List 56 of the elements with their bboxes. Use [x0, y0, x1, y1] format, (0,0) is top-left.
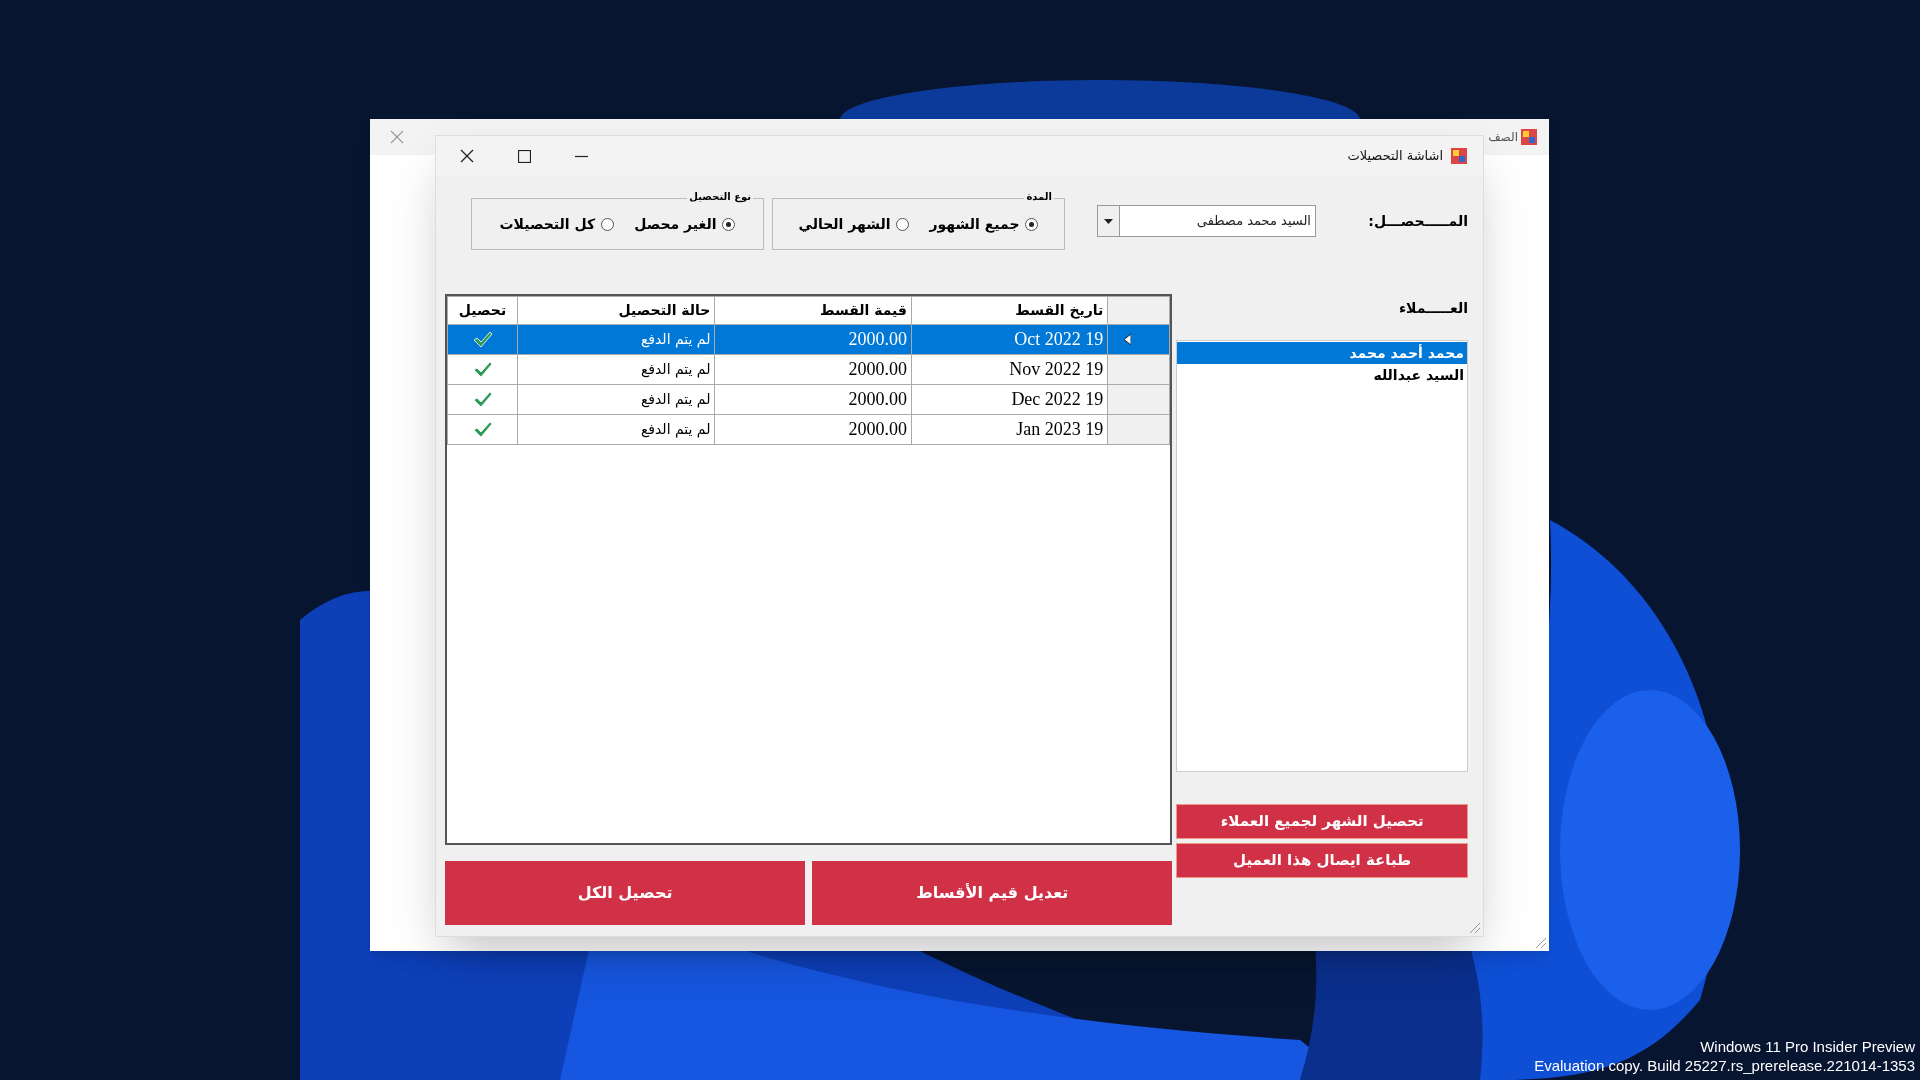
table-cell: Oct 2022 19: [911, 324, 1108, 355]
checkmark-icon[interactable]: [472, 390, 493, 409]
customer-item[interactable]: محمد أحمد محمد: [1177, 342, 1467, 364]
action-button[interactable]: تعديل قيم الأقساط: [812, 861, 1173, 925]
group-title: نوع التحصيل: [687, 190, 753, 204]
table-cell: لم يتم الدفع: [517, 414, 715, 445]
table-cell: 2000.00: [714, 324, 912, 355]
window-title: الصف: [1488, 129, 1518, 146]
resize-grip-icon: [1533, 935, 1547, 949]
group-title: المدة: [1024, 190, 1054, 204]
checkmark-icon[interactable]: [472, 330, 493, 349]
collector-label: المـــــحصـــل:: [1367, 211, 1468, 231]
radio-button[interactable]: [1025, 217, 1039, 231]
checkmark-icon[interactable]: [472, 360, 493, 379]
radio-label: كل التحصيلات: [499, 214, 596, 234]
table-cell: 2000.00: [714, 384, 912, 415]
customer-list[interactable]: محمد أحمد محمد السيد عبدالله: [1176, 340, 1468, 772]
action-button[interactable]: تحصيل الشهر لجميع العملاء: [1176, 804, 1468, 839]
app-icon: [1521, 129, 1537, 145]
row-header[interactable]: [1107, 414, 1170, 445]
table-cell: Dec 2022 19: [911, 384, 1108, 415]
resize-grip-icon: [1467, 920, 1481, 934]
column-header: قيمة القسط: [714, 296, 912, 325]
os-build-text: Windows 11 Pro Insider Preview: [1700, 1037, 1915, 1056]
customers-label: العـــــملاء: [1397, 299, 1468, 318]
window-title: اشاشة التحصيلات: [1347, 147, 1443, 166]
table-cell: Nov 2022 19: [911, 354, 1108, 385]
row-header[interactable]: [1107, 384, 1170, 415]
table-cell: لم يتم الدفع: [517, 354, 715, 385]
table-cell: 2000.00: [714, 414, 912, 445]
close-icon[interactable]: [460, 149, 474, 163]
customer-item[interactable]: السيد عبدالله: [1177, 364, 1467, 386]
table-cell: 2000.00: [714, 354, 912, 385]
radio-button[interactable]: [601, 217, 615, 231]
app-icon: [1451, 148, 1467, 164]
action-button[interactable]: طباعة ايصال هذا العميل: [1176, 843, 1468, 878]
radio-label: جميع الشهور: [929, 214, 1020, 235]
radio-button[interactable]: [896, 217, 910, 231]
action-button[interactable]: تحصيل الكل: [445, 861, 806, 925]
radio-label: الشهر الحالي: [798, 214, 891, 235]
radio-label: الغير محصل: [634, 214, 717, 235]
collector-combo-box[interactable]: السيد محمد مصطفى: [1097, 205, 1316, 237]
row-header[interactable]: [1107, 324, 1170, 355]
dropdown-caret-icon[interactable]: [1104, 218, 1113, 224]
column-header: حالة التحصيل: [517, 296, 715, 325]
table-cell: لم يتم الدفع: [517, 324, 715, 355]
table-cell: Jan 2023 19: [911, 414, 1108, 445]
table-cell: لم يتم الدفع: [517, 384, 715, 415]
column-header: تحصيل: [447, 296, 518, 325]
row-header[interactable]: [1107, 354, 1170, 385]
checkmark-icon[interactable]: [472, 420, 493, 439]
row-pointer-icon: [1124, 334, 1132, 345]
radio-button[interactable]: [722, 217, 736, 231]
column-header: تاريخ القسط: [911, 296, 1108, 325]
maximize-icon[interactable]: [518, 149, 531, 163]
os-build-text: Evaluation copy. Build 25227.rs_prerelease.221014-1353: [1534, 1056, 1915, 1075]
